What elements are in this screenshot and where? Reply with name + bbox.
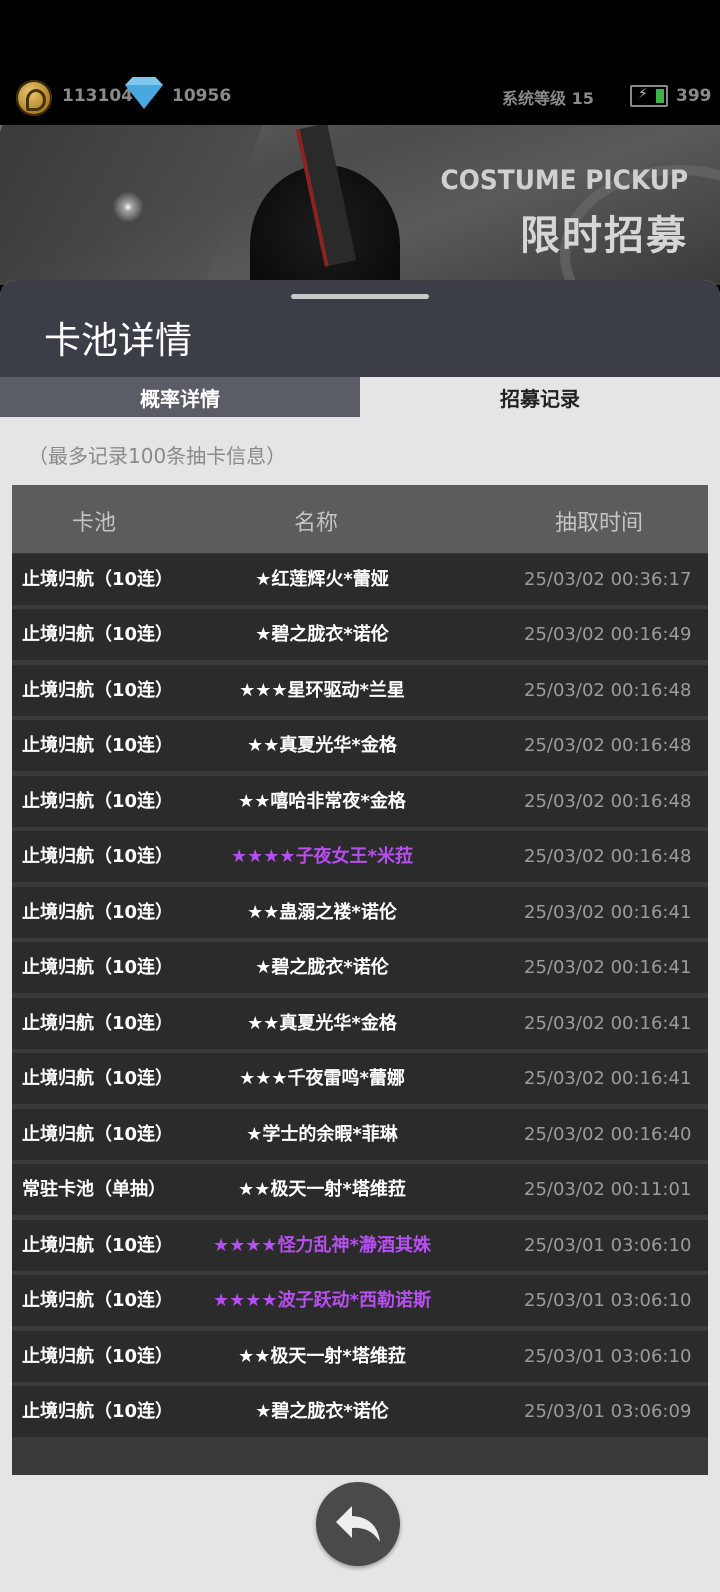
row-pool: 止境归航（10连） (22, 679, 174, 701)
row-pool: 止境归航（10连） (22, 901, 174, 923)
row-time: 25/03/02 00:36:17 (524, 568, 692, 590)
row-item-name: ★★★千夜雷鸣*蕾娜 (239, 1068, 405, 1089)
row-pool: 止境归航（10连） (22, 1123, 174, 1145)
event-banner: COSTUME PICKUP 限时招募 (0, 125, 720, 285)
row-item-name: ★碧之胧衣*诺伦 (255, 1401, 389, 1422)
row-pool: 常驻卡池（单抽） (22, 1179, 166, 1200)
row-item-name: ★碧之胧衣*诺伦 (255, 624, 389, 645)
row-item-name: ★碧之胧衣*诺伦 (255, 957, 389, 978)
row-time: 25/03/01 03:06:10 (524, 1290, 692, 1311)
table-row: 止境归航（10连） ★碧之胧衣*诺伦 25/03/02 00:16:49 (12, 609, 708, 660)
table-row: 止境归航（10连） ★★★★波子跃动*西勒诺斯 25/03/01 03:06:10 (12, 1275, 708, 1326)
back-button[interactable] (316, 1482, 400, 1566)
row-item-name: ★★蛊溺之褛*诺伦 (247, 901, 397, 923)
row-pool: 止境归航（10连） (22, 790, 174, 812)
row-item-name: ★★嘻哈非常夜*金格 (238, 790, 406, 812)
row-time: 25/03/02 00:16:48 (524, 790, 692, 812)
row-item-name: ★红莲辉火*蕾娅 (255, 568, 389, 590)
table-row: 止境归航（10连） ★★★千夜雷鸣*蕾娜 25/03/02 00:16:41 (12, 1053, 708, 1104)
row-time: 25/03/02 00:16:41 (524, 1012, 692, 1034)
table-row: 止境归航（10连） ★★★星环驱动*兰星 25/03/02 00:16:48 (12, 664, 708, 716)
table-row: 止境归航（10连） ★碧之胧衣*诺伦 25/03/02 00:16:41 (12, 942, 708, 993)
table-row: 止境归航（10连） ★★真夏光华*金格 25/03/02 00:16:48 (12, 720, 708, 771)
system-level: 系统等级 15 (502, 89, 594, 108)
gem-amount: 10956 (172, 86, 232, 106)
row-time: 25/03/02 00:16:40 (524, 1123, 692, 1145)
table-row: 止境归航（10连） ★★蛊溺之褛*诺伦 25/03/02 00:16:41 (12, 886, 708, 938)
row-time: 25/03/02 00:16:48 (524, 846, 692, 867)
row-item-name: ★★★★波子跃动*西勒诺斯 (213, 1290, 431, 1311)
row-item-name: ★★极天一射*塔维菈 (238, 1179, 406, 1200)
table-row: 止境归航（10连） ★学士的余暇*菲琳 25/03/02 00:16:40 (12, 1108, 708, 1160)
row-pool: 止境归航（10连） (22, 1012, 174, 1034)
row-pool: 止境归航（10连） (22, 957, 174, 978)
row-time: 25/03/02 00:16:49 (524, 624, 692, 645)
row-item-name: ★学士的余暇*菲琳 (246, 1123, 398, 1145)
pool-detail-panel: 卡池详情 概率详情 招募记录 （最多记录100条抽卡信息） 卡池 名称 抽取时间… (0, 280, 720, 1592)
row-pool: 止境归航（10连） (22, 735, 174, 756)
row-time: 25/03/02 00:16:41 (524, 957, 692, 978)
row-time: 25/03/02 00:16:41 (524, 1068, 692, 1089)
record-table[interactable]: 卡池 名称 抽取时间 止境归航（10连） ★★嘻哈非常夜*金格 25/03/02 0… (12, 485, 708, 1475)
row-pool: 止境归航（10连） (22, 1290, 174, 1311)
table-row: 常驻卡池（单抽） ★★极天一射*塔维菈 25/03/02 00:11:01 (12, 1164, 708, 1215)
stamina-battery-icon: ⚡ (630, 85, 668, 107)
table-header: 卡池 名称 抽取时间 (12, 485, 708, 553)
row-pool: 止境归航（10连） (22, 568, 174, 590)
row-pool: 止境归航（10连） (22, 1068, 174, 1089)
panel-header: 卡池详情 (0, 280, 720, 377)
stamina-amount: 399 (676, 86, 712, 106)
banner-title-cn: 限时招募 (520, 213, 688, 259)
table-row: 止境归航（10连） ★★★★怪力乱神*瀞酒其姝 25/03/01 03:06:10 (12, 1219, 708, 1271)
row-item-name: ★★极天一射*塔维菈 (238, 1345, 406, 1367)
row-time: 25/03/02 00:16:41 (524, 901, 692, 923)
drag-handle[interactable] (291, 294, 429, 299)
header-name: 名称 (294, 511, 339, 536)
back-arrow-icon (336, 1506, 380, 1542)
status-bar: 113104 10956 系统等级 15 ⚡ 399 (0, 0, 720, 125)
row-item-name: ★★真夏光华*金格 (247, 735, 397, 756)
row-pool: 止境归航（10连） (22, 624, 174, 645)
record-limit-note: （最多记录100条抽卡信息） (28, 444, 287, 468)
table-row: 止境归航（10连） ★★真夏光华*金格 25/03/02 00:16:41 (12, 997, 708, 1049)
tab-probability[interactable]: 概率详情 (0, 377, 360, 417)
row-time: 25/03/02 00:11:01 (524, 1179, 692, 1200)
banner-title-en: COSTUME PICKUP (440, 165, 688, 196)
row-pool: 止境归航（10连） (22, 1234, 174, 1256)
header-time: 抽取时间 (555, 511, 644, 536)
tab-recruit-record[interactable]: 招募记录 (360, 377, 720, 417)
header-pool: 卡池 (72, 511, 117, 536)
table-row: 止境归航（10连） ★★极天一射*塔维菈 25/03/01 03:06:10 (12, 1330, 708, 1382)
record-list[interactable]: 止境归航（10连）★★嘻哈非常夜*金格25/03/02 00:36:17止境归航… (12, 498, 708, 1442)
row-pool: 止境归航（10连） (22, 1401, 174, 1422)
gold-amount: 113104 (62, 86, 133, 106)
sparkle-icon (108, 187, 148, 227)
row-time: 25/03/01 03:06:09 (524, 1401, 692, 1422)
row-item-name: ★★★星环驱动*兰星 (239, 679, 405, 701)
gold-coin-icon (16, 80, 52, 116)
table-row: 止境归航（10连） ★★★★子夜女王*米菈 25/03/02 00:16:48 (12, 831, 708, 882)
diamond-icon (125, 85, 163, 109)
row-item-name: ★★★★子夜女王*米菈 (231, 846, 413, 867)
row-time: 25/03/01 03:06:10 (524, 1345, 692, 1367)
row-pool: 止境归航（10连） (22, 1345, 174, 1367)
row-pool: 止境归航（10连） (22, 846, 174, 867)
row-item-name: ★★真夏光华*金格 (247, 1012, 397, 1034)
table-row: 止境归航（10连） ★红莲辉火*蕾娅 25/03/02 00:36:17 (12, 553, 708, 605)
row-time: 25/03/02 00:16:48 (524, 679, 692, 701)
table-row: 止境归航（10连） ★碧之胧衣*诺伦 25/03/01 03:06:09 (12, 1386, 708, 1437)
row-item-name: ★★★★怪力乱神*瀞酒其姝 (213, 1234, 431, 1256)
row-time: 25/03/01 03:06:10 (524, 1234, 692, 1256)
row-time: 25/03/02 00:16:48 (524, 735, 692, 756)
panel-title: 卡池详情 (44, 319, 192, 362)
table-row: 止境归航（10连） ★★嘻哈非常夜*金格 25/03/02 00:16:48 (12, 775, 708, 827)
